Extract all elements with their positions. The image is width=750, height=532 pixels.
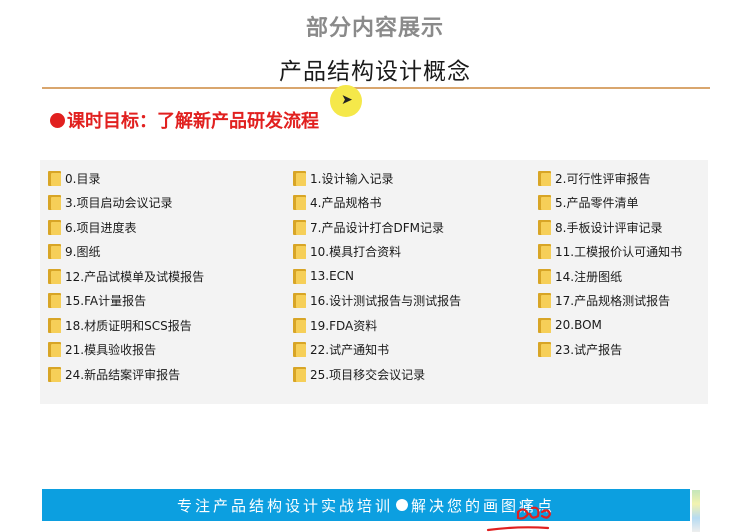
folder-item[interactable]: 23.试产报告 (538, 338, 708, 363)
folder-label: 8.手板设计评审记录 (555, 220, 663, 235)
folder-icon (293, 293, 306, 309)
banner-text-left: 专注产品结构设计实战培训 (176, 496, 393, 515)
folder-item[interactable]: 22.试产通知书 (293, 338, 538, 363)
top-title: 部分内容展示 (305, 16, 444, 41)
folder-item[interactable]: 6.项目进度表 (48, 215, 293, 240)
folder-icon (293, 317, 306, 333)
folder-item[interactable]: 13.ECN (293, 264, 538, 289)
folder-label: 9.图纸 (65, 245, 101, 260)
folder-item[interactable]: 12.产品试模单及试模报告 (48, 264, 293, 289)
folder-icon (538, 195, 551, 211)
banner-bullet-icon (396, 499, 408, 511)
folder-icon (538, 342, 551, 358)
side-thumbnail-strip (692, 490, 700, 532)
folder-icon (538, 219, 551, 235)
folder-icon (538, 244, 551, 260)
folder-label: 24.新品结案评审报告 (65, 367, 181, 382)
folder-item[interactable]: 18.材质证明和SCS报告 (48, 313, 293, 338)
folder-icon (293, 170, 306, 186)
folder-label: 25.项目移交会议记录 (310, 367, 426, 382)
folder-label: 16.设计测试报告与测试报告 (310, 294, 462, 309)
folder-item[interactable]: 3.项目启动会议记录 (48, 191, 293, 216)
folder-icon (48, 366, 61, 382)
folder-label: 4.产品规格书 (310, 196, 382, 211)
folder-icon (538, 268, 551, 284)
folder-label: 1.设计输入记录 (310, 171, 394, 186)
folder-list-panel: 0.目录 1.设计输入记录 2.可行性评审报告 3.项目启动会议记录 4.产品规格书 5.… (40, 160, 708, 404)
folder-item[interactable]: 19.FDA资料 (293, 313, 538, 338)
title-divider (42, 87, 710, 89)
folder-label: 11.工模报价认可通知书 (555, 245, 683, 260)
folder-icon (48, 268, 61, 284)
folder-label: 23.试产报告 (555, 343, 623, 358)
bullet-icon (50, 112, 65, 128)
folder-label: 0.目录 (65, 171, 101, 186)
folder-label: 15.FA计量报告 (65, 294, 147, 309)
folder-item[interactable]: 0.目录 (48, 166, 293, 191)
folder-item[interactable]: 1.设计输入记录 (293, 166, 538, 191)
folder-icon (293, 244, 306, 260)
folder-item[interactable]: 10.模具打合资料 (293, 240, 538, 265)
folder-icon (293, 195, 306, 211)
folder-icon (538, 317, 551, 333)
folder-label: 7.产品设计打合DFM记录 (310, 220, 444, 235)
folder-item[interactable]: 20.BOM (538, 313, 708, 338)
slide: 部分内容展示 产品结构设计概念 ➤ 课时目标：了解新产品研发流程 0.目录 1.设… (0, 0, 750, 532)
folder-item[interactable]: 21.模具验收报告 (48, 338, 293, 363)
folder-item[interactable]: 5.产品零件清单 (538, 191, 708, 216)
folder-item[interactable]: 11.工模报价认可通知书 (538, 240, 708, 265)
folder-item[interactable]: 17.产品规格测试报告 (538, 289, 708, 314)
folder-label: 10.模具打合资料 (310, 245, 402, 260)
folder-item[interactable]: 2.可行性评审报告 (538, 166, 708, 191)
folder-icon (293, 342, 306, 358)
folder-label: 18.材质证明和SCS报告 (65, 318, 192, 333)
folder-icon (48, 317, 61, 333)
folder-icon (48, 244, 61, 260)
folder-icon (48, 195, 61, 211)
folder-label: 14.注册图纸 (555, 269, 623, 284)
folder-label: 21.模具验收报告 (65, 343, 157, 358)
folder-item[interactable]: 25.项目移交会议记录 (293, 362, 538, 387)
folder-item[interactable]: 16.设计测试报告与测试报告 (293, 289, 538, 314)
folder-item[interactable]: 7.产品设计打合DFM记录 (293, 215, 538, 240)
folder-label: 19.FDA资料 (310, 318, 378, 333)
folder-label: 2.可行性评审报告 (555, 171, 651, 186)
folder-label: 22.试产通知书 (310, 343, 390, 358)
folder-icon (293, 268, 306, 284)
folder-item[interactable]: 24.新品结案评审报告 (48, 362, 293, 387)
folder-icon (48, 342, 61, 358)
banner-text-right: 解决您的画图痛点 (411, 496, 556, 515)
folder-label: 3.项目启动会议记录 (65, 196, 173, 211)
folder-icon (538, 293, 551, 309)
folder-icon (48, 170, 61, 186)
folder-icon (48, 219, 61, 235)
folder-label: 5.产品零件清单 (555, 196, 639, 211)
folder-label: 20.BOM (555, 318, 602, 333)
folder-label: 6.项目进度表 (65, 220, 137, 235)
mouse-pointer-icon: ➤ (341, 92, 353, 108)
folder-label: 17.产品规格测试报告 (555, 294, 671, 309)
folder-item[interactable]: 9.图纸 (48, 240, 293, 265)
bottom-banner: 专注产品结构设计实战培训 解决您的画图痛点 (42, 489, 690, 521)
folder-item[interactable]: 14.注册图纸 (538, 264, 708, 289)
folder-label: 13.ECN (310, 269, 355, 284)
slide-title: 产品结构设计概念 (279, 59, 471, 85)
lesson-objective: 课时目标：了解新产品研发流程 (50, 107, 319, 133)
folder-icon (293, 366, 306, 382)
folder-icon (293, 219, 306, 235)
folder-label: 12.产品试模单及试模报告 (65, 269, 205, 284)
folder-item[interactable]: 4.产品规格书 (293, 191, 538, 216)
lesson-objective-text: 课时目标：了解新产品研发流程 (67, 111, 319, 132)
folder-item[interactable]: 15.FA计量报告 (48, 289, 293, 314)
folder-item[interactable]: 8.手板设计评审记录 (538, 215, 708, 240)
folder-grid: 0.目录 1.设计输入记录 2.可行性评审报告 3.项目启动会议记录 4.产品规格书 5.… (48, 166, 708, 387)
folder-icon (48, 293, 61, 309)
folder-icon (538, 170, 551, 186)
